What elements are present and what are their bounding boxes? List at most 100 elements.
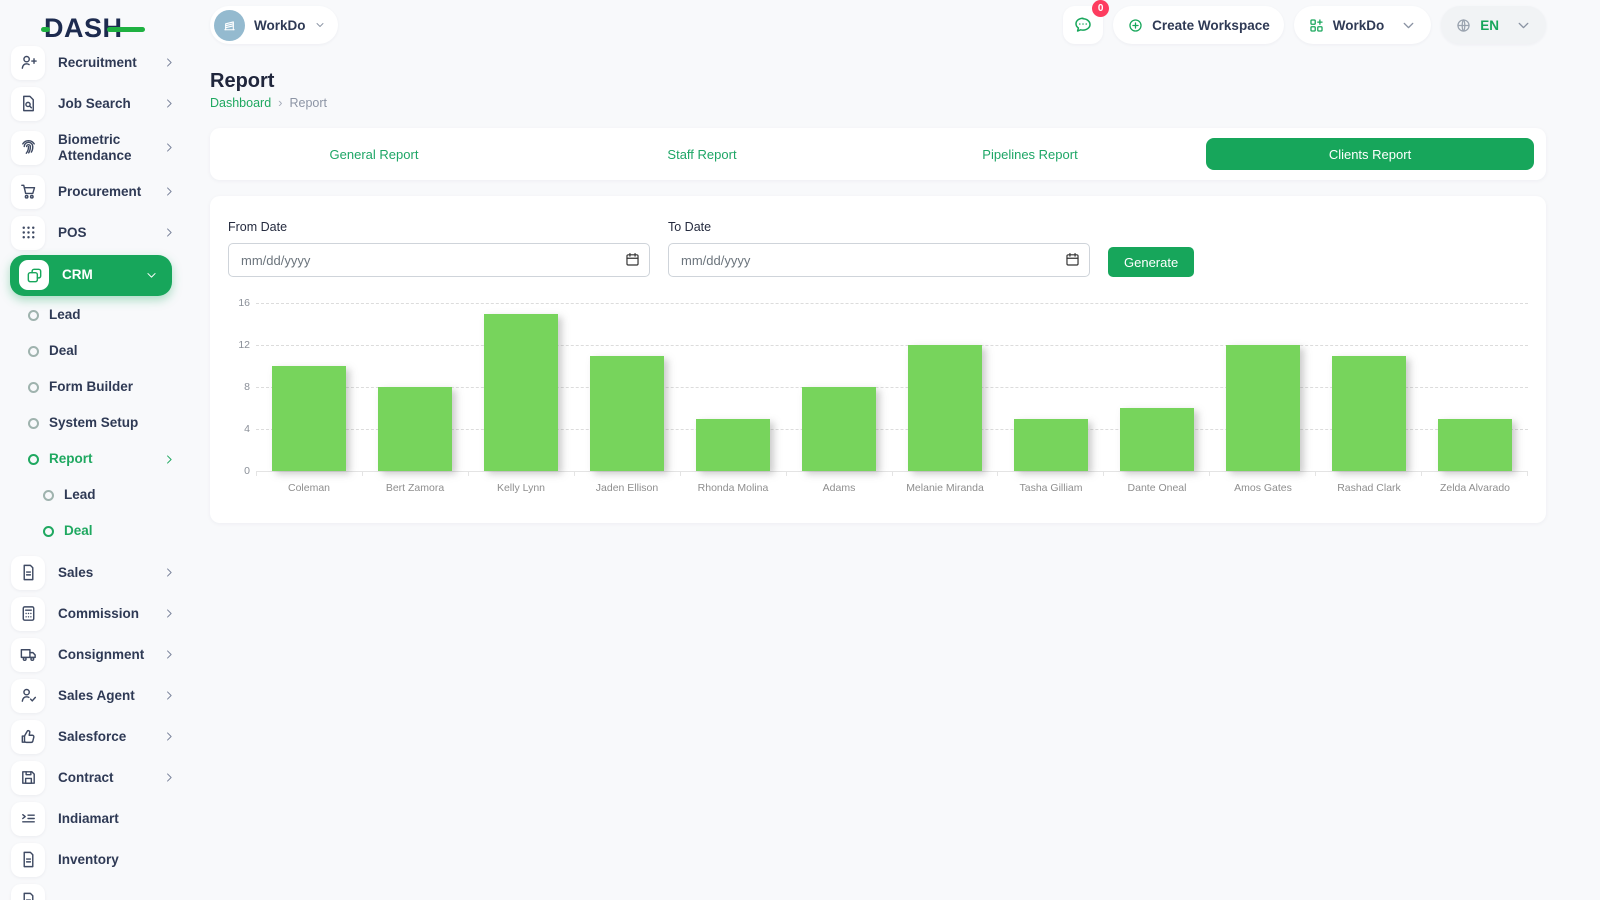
tab-pipelines-report[interactable]: Pipelines Report (866, 128, 1194, 180)
tab-clients-report[interactable]: Clients Report (1206, 138, 1534, 170)
sidebar-subitem-lead[interactable]: Lead (0, 297, 192, 333)
app-menu-button[interactable]: WorkDo (1294, 6, 1432, 44)
breadcrumb-dashboard-link[interactable]: Dashboard (210, 96, 271, 110)
bar[interactable] (484, 314, 558, 472)
workspace-name: WorkDo (254, 18, 306, 33)
chevron-right-icon (163, 648, 176, 661)
chart-plot-column: ColemanBert ZamoraKelly LynnJaden Elliso… (256, 303, 1528, 494)
calendar-icon[interactable] (1064, 251, 1081, 268)
sidebar-item-sales[interactable]: Sales (0, 552, 192, 593)
app-menu-label: WorkDo (1333, 18, 1385, 33)
chevron-right-icon (163, 607, 176, 620)
sidebar-item-procurement[interactable]: Procurement (0, 171, 192, 212)
bar[interactable] (802, 387, 876, 471)
create-workspace-label: Create Workspace (1152, 18, 1270, 33)
sidebar-item-sales-agent[interactable]: Sales Agent (0, 675, 192, 716)
sidebar-item-contract[interactable]: Contract (0, 757, 192, 798)
sidebar-item-inventory[interactable]: Inventory (0, 839, 192, 880)
chart-x-axis-labels: ColemanBert ZamoraKelly LynnJaden Elliso… (256, 482, 1528, 494)
circle-bullet-icon (28, 454, 39, 465)
sidebar-item-salesforce[interactable]: Salesforce (0, 716, 192, 757)
y-tick-label: 8 (244, 381, 250, 393)
sidebar-item-label: Report (49, 451, 93, 467)
sidebar-item-recruitment[interactable]: Recruitment (0, 42, 192, 83)
chevron-right-icon (163, 141, 176, 154)
calendar-icon[interactable] (624, 251, 641, 268)
app-logo[interactable]: DASH (44, 13, 123, 44)
bar[interactable] (908, 345, 982, 471)
breadcrumb-current: Report (290, 96, 328, 110)
x-axis-label: Zelda Alvarado (1422, 482, 1528, 494)
bar[interactable] (1014, 419, 1088, 472)
chevron-down-icon (314, 19, 326, 31)
chart-y-axis: 0481216 (228, 303, 256, 471)
sidebar-item-pos[interactable]: POS (0, 212, 192, 253)
bar[interactable] (1332, 356, 1406, 472)
sidebar-item-commission[interactable]: Commission (0, 593, 192, 634)
sidebar-item-label: Contract (58, 770, 114, 786)
bar[interactable] (1226, 345, 1300, 471)
sidebar-item-label: Deal (49, 343, 78, 359)
generate-button[interactable]: Generate (1108, 247, 1194, 277)
sidebar-item-crm[interactable]: CRM (0, 253, 192, 297)
truck-icon (11, 638, 45, 672)
sidebar-item-indiamart[interactable]: Indiamart (0, 798, 192, 839)
sidebar-item-job-search[interactable]: Job Search (0, 83, 192, 124)
bar[interactable] (590, 356, 664, 472)
report-tabs: General ReportStaff ReportPipelines Repo… (210, 128, 1546, 180)
sidebar: DASH Recruitment Job SearchBiometric Atte… (0, 0, 192, 900)
sidebar-item-label: Lead (49, 307, 81, 323)
bar[interactable] (378, 387, 452, 471)
tab-staff-report[interactable]: Staff Report (538, 128, 866, 180)
bar[interactable] (696, 419, 770, 472)
chevron-right-icon (163, 97, 176, 110)
sidebar-subitem-deal[interactable]: Deal (0, 333, 192, 369)
x-axis-label: Adams (786, 482, 892, 494)
sidebar-item-biometric-attendance[interactable]: Biometric Attendance (0, 124, 192, 171)
bar[interactable] (1438, 419, 1512, 472)
sidebar-subitem-system-setup[interactable]: System Setup (0, 405, 192, 441)
chat-icon (1073, 15, 1093, 35)
grid-dots-icon (11, 216, 45, 250)
chevron-right-icon (163, 185, 176, 198)
sidebar-subitem-report[interactable]: Report (0, 441, 192, 477)
x-axis-label: Jaden Ellison (574, 482, 680, 494)
app-grid-icon (1308, 17, 1325, 34)
file-search-icon (11, 87, 45, 121)
sidebar-subitem-deal[interactable]: Deal (0, 513, 192, 549)
sidebar-menu: Recruitment Job SearchBiometric Attendanc… (0, 42, 192, 900)
chevron-right-icon (163, 453, 176, 466)
sidebar-item-consignment[interactable]: Consignment (0, 634, 192, 675)
clients-bar-chart: 0481216 ColemanBert ZamoraKelly LynnJade… (228, 303, 1528, 494)
x-axis-label: Coleman (256, 482, 362, 494)
app-root: DASH Recruitment Job SearchBiometric Atte… (0, 0, 1600, 900)
language-selector[interactable]: EN (1441, 6, 1546, 44)
sidebar-item-partial[interactable] (0, 880, 192, 900)
y-tick-label: 4 (244, 423, 250, 435)
thumbs-up-icon (11, 720, 45, 754)
workspace-switcher[interactable]: WorkDo (210, 6, 338, 44)
cart-icon (11, 175, 45, 209)
user-plus-icon (11, 46, 45, 80)
from-date-input[interactable] (228, 243, 650, 277)
chevron-down-icon (145, 269, 158, 282)
y-tick-label: 12 (238, 339, 250, 351)
circle-bullet-icon (28, 310, 39, 321)
chevron-right-icon (163, 689, 176, 702)
sidebar-item-label: Sales Agent (58, 688, 135, 704)
messages-button[interactable]: 0 (1063, 6, 1103, 44)
sidebar-subitem-form-builder[interactable]: Form Builder (0, 369, 192, 405)
create-workspace-button[interactable]: Create Workspace (1113, 6, 1284, 44)
bar[interactable] (272, 366, 346, 471)
circle-bullet-icon (43, 490, 54, 501)
bar[interactable] (1120, 408, 1194, 471)
to-date-input[interactable] (668, 243, 1090, 277)
x-axis-label: Bert Zamora (362, 482, 468, 494)
tab-general-report[interactable]: General Report (210, 128, 538, 180)
topbar: WorkDo 0 Create Workspace WorkDo EN (210, 6, 1546, 44)
sidebar-item-label: Deal (64, 523, 93, 539)
sidebar-item-label: Recruitment (58, 55, 137, 71)
sidebar-subitem-lead[interactable]: Lead (0, 477, 192, 513)
to-date-label: To Date (668, 220, 1090, 234)
x-axis-label: Rhonda Molina (680, 482, 786, 494)
